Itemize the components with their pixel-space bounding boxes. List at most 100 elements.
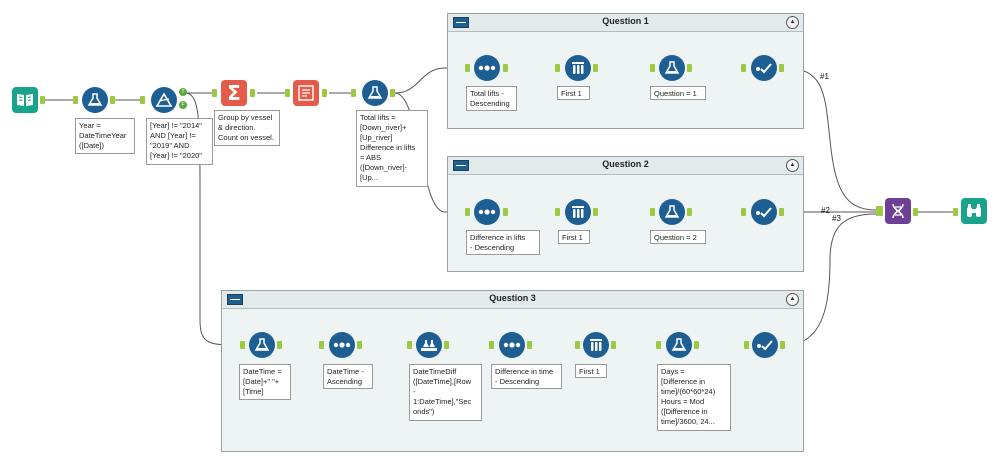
output-anchor[interactable] xyxy=(390,89,395,97)
input-anchor[interactable] xyxy=(650,64,655,72)
annotation-q3-sort: DateTime - Ascending xyxy=(323,364,373,389)
sort-tool[interactable] xyxy=(499,332,525,358)
collapse-button[interactable]: ▲ xyxy=(786,293,799,306)
container-title: Question 3 xyxy=(489,293,536,303)
output-anchor[interactable] xyxy=(687,208,692,216)
annotation-q2-sort: Difference in lifts - Descending xyxy=(466,230,540,255)
annotation-q3-sample: First 1 xyxy=(575,364,607,378)
union-dna-icon xyxy=(885,198,911,224)
crosstab-tool[interactable] xyxy=(293,80,319,106)
select-check-icon xyxy=(751,55,777,81)
input-anchor[interactable] xyxy=(741,64,746,72)
annotation-filter: [Year] != "2014" AND [Year] != "2019" AN… xyxy=(146,118,213,165)
output-anchor[interactable] xyxy=(277,341,282,349)
select-tool[interactable] xyxy=(752,332,778,358)
input-anchor[interactable] xyxy=(73,96,78,104)
output-anchor[interactable] xyxy=(611,341,616,349)
annotation-year-formula: Year = DateTimeYear ([Date]) xyxy=(75,118,135,154)
multirow-formula-tool[interactable] xyxy=(416,332,442,358)
annotation-q1-sort: Total lifts - Descending xyxy=(466,86,517,111)
sample-tubes-icon xyxy=(565,55,591,81)
union-tool[interactable] xyxy=(885,198,911,224)
input-anchor[interactable] xyxy=(465,64,470,72)
input-anchor[interactable] xyxy=(656,341,661,349)
sample-tubes-icon xyxy=(565,199,591,225)
annotation-lifts-formula: Total lifts = [Down_river]+ [Up_river] D… xyxy=(356,110,428,187)
output-anchor[interactable] xyxy=(250,89,255,97)
formula-tool[interactable] xyxy=(362,80,388,106)
input-anchor[interactable] xyxy=(240,341,245,349)
formula-tool[interactable] xyxy=(249,332,275,358)
output-anchor[interactable] xyxy=(593,64,598,72)
input-anchor[interactable] xyxy=(351,89,356,97)
input-anchor[interactable] xyxy=(953,208,958,216)
filter-triangle-icon xyxy=(151,87,177,113)
output-anchor[interactable] xyxy=(780,341,785,349)
input-anchor[interactable] xyxy=(319,341,324,349)
sample-tubes-icon xyxy=(583,332,609,358)
sort-dots-icon xyxy=(329,332,355,358)
flask-formula-icon xyxy=(659,55,685,81)
book-input-icon xyxy=(12,87,38,113)
select-check-icon xyxy=(751,199,777,225)
sort-dots-icon xyxy=(499,332,525,358)
output-anchor[interactable] xyxy=(779,64,784,72)
sort-tool[interactable] xyxy=(329,332,355,358)
crosstab-icon xyxy=(293,80,319,106)
input-anchor[interactable] xyxy=(212,89,217,97)
input-anchor[interactable] xyxy=(741,208,746,216)
browse-tool[interactable] xyxy=(961,198,987,224)
annotation-q3-datetime: DateTime = [Date]+" "+ [Time] xyxy=(239,364,291,400)
input-anchor[interactable] xyxy=(407,341,412,349)
input-data-tool[interactable] xyxy=(12,87,38,113)
sample-tool[interactable] xyxy=(583,332,609,358)
collapse-button[interactable]: ▲ xyxy=(786,16,799,29)
formula-tool[interactable] xyxy=(659,55,685,81)
output-anchor[interactable] xyxy=(444,341,449,349)
formula-tool[interactable] xyxy=(659,199,685,225)
annotation-q3-days: Days = [Difference in time]/(60*60*24) H… xyxy=(657,364,731,431)
annotation-q2-formula: Question = 2 xyxy=(650,230,706,244)
input-anchor[interactable] xyxy=(489,341,494,349)
sample-tool[interactable] xyxy=(565,199,591,225)
container-title: Question 1 xyxy=(602,16,649,26)
input-anchor[interactable] xyxy=(555,64,560,72)
annotation-summarize: Group by vessel & direction. Count on ve… xyxy=(214,110,280,146)
true-anchor[interactable]: T xyxy=(179,88,187,96)
input-anchor[interactable] xyxy=(285,89,290,97)
input-anchor[interactable] xyxy=(555,208,560,216)
output-anchor[interactable] xyxy=(357,341,362,349)
formula-tool[interactable] xyxy=(666,332,692,358)
input-anchor[interactable] xyxy=(650,208,655,216)
input-anchor[interactable] xyxy=(744,341,749,349)
input-anchor[interactable] xyxy=(140,96,145,104)
union-input-anchor[interactable] xyxy=(876,206,883,216)
annotation-q3-sort2: Difference in time - Descending xyxy=(491,364,562,389)
sample-tool[interactable] xyxy=(565,55,591,81)
collapse-button[interactable]: ▲ xyxy=(786,159,799,172)
output-anchor[interactable] xyxy=(110,96,115,104)
output-anchor[interactable] xyxy=(913,208,918,216)
flask-formula-icon xyxy=(659,199,685,225)
formula-tool[interactable] xyxy=(82,87,108,113)
output-anchor[interactable] xyxy=(503,64,508,72)
sort-tool[interactable] xyxy=(474,55,500,81)
input-anchor[interactable] xyxy=(575,341,580,349)
sort-tool[interactable] xyxy=(474,199,500,225)
select-tool[interactable] xyxy=(751,199,777,225)
output-anchor[interactable] xyxy=(779,208,784,216)
wire-label-3: #3 xyxy=(832,214,841,223)
output-anchor[interactable] xyxy=(322,89,327,97)
false-anchor[interactable]: F xyxy=(179,101,187,109)
output-anchor[interactable] xyxy=(40,96,45,104)
select-tool[interactable] xyxy=(751,55,777,81)
output-anchor[interactable] xyxy=(694,341,699,349)
output-anchor[interactable] xyxy=(687,64,692,72)
output-anchor[interactable] xyxy=(503,208,508,216)
output-anchor[interactable] xyxy=(593,208,598,216)
summarize-tool[interactable]: Σ xyxy=(221,80,247,106)
filter-tool[interactable] xyxy=(151,87,177,113)
input-anchor[interactable] xyxy=(465,208,470,216)
output-anchor[interactable] xyxy=(527,341,532,349)
binoculars-browse-icon xyxy=(961,198,987,224)
